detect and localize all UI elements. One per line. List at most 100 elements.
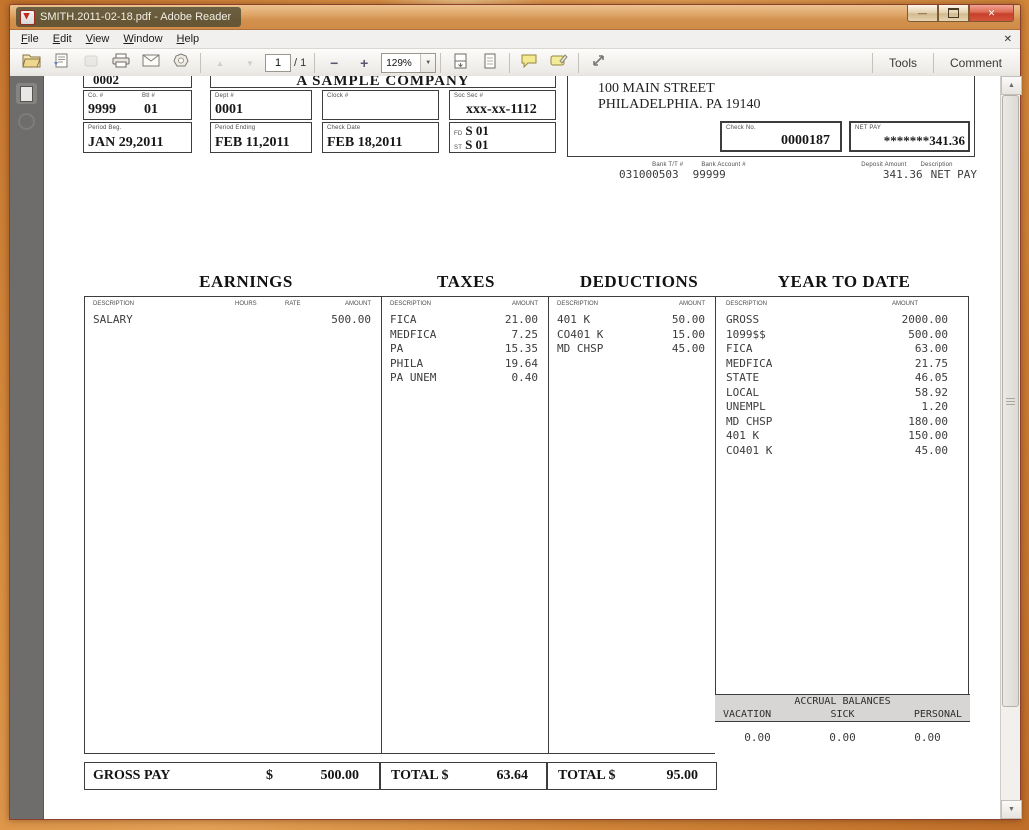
check-date-label: Check Date [323,123,438,131]
filing-status-box: FD S 01 ST S 01 [449,122,556,153]
accrual-title: ACCRUAL BALANCES [715,695,970,708]
gross-pay-amount: 500.00 [273,768,379,784]
period-beg-value: JAN 29,2011 [88,135,163,150]
minimize-button[interactable]: — [907,5,938,22]
zoom-level-select[interactable]: 129% ▼ [381,53,436,73]
title-plate: SMITH.2011-02-18.pdf - Adobe Reader [16,7,241,27]
launch-tool-button[interactable] [583,51,613,75]
title-bar[interactable]: SMITH.2011-02-18.pdf - Adobe Reader — ✕ [10,5,1020,30]
page-thumbnails-icon[interactable] [16,83,37,104]
ytd-amount-header: AMOUNT [892,301,918,307]
clock-box: Clock # [322,90,439,120]
co-value: 9999 [88,102,116,117]
deductions-title: DEDUCTIONS [580,272,698,292]
toolbar: ▲ ▼ / 1 − + 129% ▼ [10,49,1020,78]
clock-label: Clock # [323,91,438,99]
period-end-value: FEB 11,2011 [215,135,290,150]
taxes-title: TAXES [437,272,495,292]
period-beg-label: Period Beg. [84,123,191,131]
period-end-label: Period Ending [211,123,311,131]
cloud-upload-button[interactable] [76,51,106,75]
previous-page-button[interactable]: ▲ [205,51,235,75]
taxes-panel: DESCRIPTION AMOUNT FICA21.00 MEDFICA7.25… [382,297,548,753]
btl-label: Btl # [142,93,155,99]
menu-window[interactable]: Window [116,31,169,47]
scroll-up-icon[interactable]: ▲ [1001,76,1022,95]
ytd-desc-header: DESCRIPTION [726,301,767,307]
cloud-icon [83,54,99,73]
share-button[interactable] [166,51,196,75]
tools-button[interactable]: Tools [877,53,929,73]
window-title: SMITH.2011-02-18.pdf - Adobe Reader [40,11,231,23]
menu-view[interactable]: View [79,31,117,47]
pdf-page: 0002 A SAMPLE COMPANY Co. # Btl # 9999 0… [44,76,1001,819]
accrual-col-personal: PERSONAL [882,708,970,721]
page-number-input[interactable] [265,54,291,72]
ytd-row: MD CHSP180.00 [726,415,948,430]
open-file-button[interactable] [16,51,46,75]
email-button[interactable] [136,51,166,75]
next-page-button[interactable]: ▼ [235,51,265,75]
single-page-button[interactable] [475,51,505,75]
scroll-down-icon[interactable]: ▼ [1001,800,1022,819]
ytd-panel: DESCRIPTION AMOUNT GROSS2000.00 1099$$50… [716,297,970,753]
toolbar-separator [509,53,510,73]
gross-pay-cell: GROSS PAY $ 500.00 [85,763,381,789]
co-btl-box: Co. # Btl # 9999 01 [83,90,192,120]
attachments-icon[interactable] [16,111,37,132]
toolbar-right-group: Tools Comment [868,53,1014,73]
gross-pay-label: GROSS PAY [85,768,170,784]
attachment-glyph [18,113,35,130]
adobe-reader-window: SMITH.2011-02-18.pdf - Adobe Reader — ✕ … [9,4,1021,820]
page-thumbnail-glyph [20,86,33,102]
highlighter-icon [550,53,568,73]
toolbar-separator [200,53,201,73]
accrual-personal-value: 0.00 [885,731,970,744]
tax-row: PHILA19.64 [390,357,538,372]
company-address-line1: 100 MAIN STREET [598,81,760,97]
check-number-label: Check No. [722,123,840,131]
page-up-icon: ▲ [216,59,224,68]
vertical-scrollbar[interactable]: ▲ ▼ [1000,76,1020,819]
window-controls: — ✕ [907,5,1014,22]
document-viewport: 0002 A SAMPLE COMPANY Co. # Btl # 9999 0… [10,76,1020,819]
deduction-row: 401 K50.00 [557,313,705,328]
save-button[interactable] [46,51,76,75]
check-date-box: Check Date FEB 18,2011 [322,122,439,153]
maximize-button[interactable] [938,5,969,22]
chevron-down-icon[interactable]: ▼ [420,54,435,72]
print-button[interactable] [106,51,136,75]
menu-file[interactable]: File [14,31,46,47]
close-button[interactable]: ✕ [969,5,1014,22]
accrual-columns: VACATION SICK PERSONAL [715,708,970,722]
dept-label: Dept # [211,91,311,99]
page-count-label: / 1 [294,57,306,69]
scrollbar-thumb[interactable] [1002,95,1019,707]
toolbar-separator [933,53,934,73]
menu-edit[interactable]: Edit [46,31,79,47]
fed-status-label: FD [454,131,462,137]
deductions-panel: DESCRIPTION AMOUNT 401 K50.00 CO401 K15.… [549,297,715,753]
accrual-balances-box: ACCRUAL BALANCES VACATION SICK PERSONAL … [715,694,970,755]
sticky-note-button[interactable] [514,51,544,75]
zoom-in-button[interactable]: + [349,51,379,75]
totals-row: GROSS PAY $ 500.00 TOTAL $ 63.64 TOTAL $… [84,762,717,790]
comment-button[interactable]: Comment [938,53,1014,73]
ytd-row: FICA63.00 [726,342,948,357]
highlight-text-button[interactable] [544,51,574,75]
zoom-out-button[interactable]: − [319,51,349,75]
adobe-reader-icon [20,10,35,25]
menu-help[interactable]: Help [170,31,207,47]
dept-box: Dept # 0001 [210,90,312,120]
check-number-value: 0000187 [781,133,830,148]
toolbar-separator [440,53,441,73]
close-document-icon[interactable]: ✕ [1004,34,1012,45]
accrual-col-vacation: VACATION [715,708,803,721]
company-code-box: 0002 [83,76,192,88]
earnings-title: EARNINGS [199,272,293,292]
scrolling-mode-button[interactable] [445,51,475,75]
accrual-col-sick: SICK [803,708,883,721]
printer-icon [112,53,130,73]
save-icon [53,53,69,73]
deductions-amount-header: AMOUNT [679,301,705,307]
